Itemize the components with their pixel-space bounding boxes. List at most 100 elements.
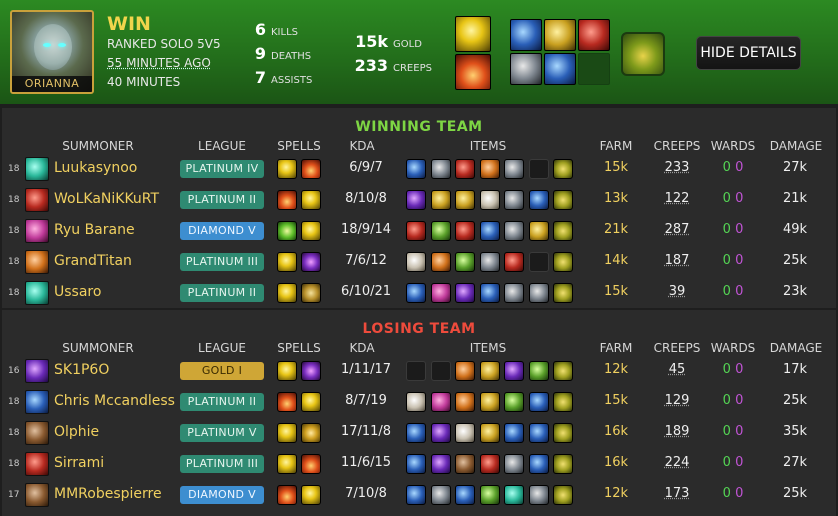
summoner-name[interactable]: Chris Mccandless xyxy=(54,393,175,409)
item-icon[interactable] xyxy=(479,485,500,505)
item-icon[interactable] xyxy=(455,423,475,443)
trinket-ward-icon[interactable] xyxy=(553,190,573,210)
item-icon[interactable] xyxy=(430,283,451,303)
item-icon[interactable] xyxy=(455,361,475,381)
item-icon[interactable] xyxy=(479,283,500,303)
champion-avatar-icon[interactable] xyxy=(25,219,49,243)
item-icon[interactable] xyxy=(479,392,500,412)
item-icon[interactable] xyxy=(430,454,451,474)
trinket-ward-icon[interactable] xyxy=(553,454,573,474)
teleport-spell-icon[interactable] xyxy=(301,361,321,381)
flash-spell-icon[interactable] xyxy=(277,252,297,272)
item-icon[interactable] xyxy=(430,190,451,210)
item-icon[interactable] xyxy=(510,19,542,51)
item-icon[interactable] xyxy=(406,221,426,241)
champion-avatar-icon[interactable] xyxy=(25,250,49,274)
item-icon[interactable] xyxy=(479,159,500,179)
trinket-ward-icon[interactable] xyxy=(553,361,573,381)
item-icon[interactable] xyxy=(479,252,500,272)
item-icon[interactable] xyxy=(528,361,549,381)
flash-spell-icon[interactable] xyxy=(301,485,321,505)
item-icon[interactable] xyxy=(455,283,475,303)
item-icon[interactable] xyxy=(528,190,549,210)
item-icon[interactable] xyxy=(544,53,576,85)
flash-spell-icon[interactable] xyxy=(301,392,321,412)
item-icon[interactable] xyxy=(455,392,475,412)
flash-spell-icon[interactable] xyxy=(277,423,297,443)
player-row[interactable]: 18 Luukasynoo PLATINUM IV 6/9/7 15k 233 0 0 27k xyxy=(2,154,836,185)
summoner-name[interactable]: MMRobespierre xyxy=(54,486,162,502)
flash-spell-icon[interactable] xyxy=(455,16,491,52)
champion-avatar-icon[interactable] xyxy=(25,157,49,181)
item-icon[interactable] xyxy=(406,392,426,412)
item-icon[interactable] xyxy=(504,252,524,272)
item-icon[interactable] xyxy=(528,454,549,474)
summoner-name[interactable]: Ryu Barane xyxy=(54,222,135,238)
champion-avatar-icon[interactable] xyxy=(25,483,49,507)
item-icon[interactable] xyxy=(504,221,524,241)
summoner-name[interactable]: Luukasynoo xyxy=(54,160,137,176)
player-row[interactable]: 18 Ussaro PLATINUM II 6/10/21 15k 39 0 0 23k xyxy=(2,278,836,309)
item-icon[interactable] xyxy=(504,454,524,474)
item-icon[interactable] xyxy=(455,485,475,505)
summoner-name[interactable]: Ussaro xyxy=(54,284,101,300)
item-icon[interactable] xyxy=(504,485,524,505)
item-icon[interactable] xyxy=(430,392,451,412)
flash-spell-icon[interactable] xyxy=(301,221,321,241)
item-icon[interactable] xyxy=(504,283,524,303)
summoner-name[interactable]: SK1P6O xyxy=(54,362,109,378)
trinket-ward-icon[interactable] xyxy=(553,392,573,412)
trinket-ward-icon[interactable] xyxy=(553,485,573,505)
flash-spell-icon[interactable] xyxy=(277,454,297,474)
item-icon[interactable] xyxy=(504,190,524,210)
summoner-name[interactable]: Sirrami xyxy=(54,455,104,471)
item-icon[interactable] xyxy=(406,423,426,443)
ignite-spell-icon[interactable] xyxy=(277,485,297,505)
trinket-ward-icon[interactable] xyxy=(553,221,573,241)
item-icon[interactable] xyxy=(504,423,524,443)
hide-details-button[interactable]: HIDE DETAILS xyxy=(696,36,801,70)
trinket-ward-icon[interactable] xyxy=(553,252,573,272)
flash-spell-icon[interactable] xyxy=(277,283,297,303)
item-icon[interactable] xyxy=(528,283,549,303)
trinket-ward-icon[interactable] xyxy=(621,32,665,76)
trinket-ward-icon[interactable] xyxy=(553,283,573,303)
item-icon[interactable] xyxy=(406,485,426,505)
item-icon[interactable] xyxy=(430,485,451,505)
flash-spell-icon[interactable] xyxy=(277,361,297,381)
player-row[interactable]: 18 Chris Mccandless PLATINUM II 8/7/19 15k 12… xyxy=(2,387,836,418)
item-icon[interactable] xyxy=(479,361,500,381)
barrier-spell-icon[interactable] xyxy=(301,423,321,443)
item-icon[interactable] xyxy=(406,283,426,303)
player-row[interactable]: 18 GrandTitan PLATINUM III 7/6/12 14k 187 0 0 2… xyxy=(2,247,836,278)
item-icon[interactable] xyxy=(578,19,610,51)
champion-avatar-icon[interactable] xyxy=(25,390,49,414)
flash-spell-icon[interactable] xyxy=(301,190,321,210)
item-icon[interactable] xyxy=(406,190,426,210)
ignite-spell-icon[interactable] xyxy=(277,392,297,412)
exhaust-spell-icon[interactable] xyxy=(301,283,321,303)
summoner-name[interactable]: Olphie xyxy=(54,424,99,440)
trinket-ward-icon[interactable] xyxy=(553,423,573,443)
ignite-spell-icon[interactable] xyxy=(277,190,297,210)
player-row[interactable]: 16 SK1P6O GOLD I 1/11/17 12k 45 0 0 17k xyxy=(2,356,836,387)
item-icon[interactable] xyxy=(406,159,426,179)
flash-spell-icon[interactable] xyxy=(277,159,297,179)
item-icon[interactable] xyxy=(455,221,475,241)
item-icon[interactable] xyxy=(504,392,524,412)
item-icon[interactable] xyxy=(544,19,576,51)
item-icon[interactable] xyxy=(479,221,500,241)
champion-avatar-icon[interactable] xyxy=(25,452,49,476)
heal-spell-icon[interactable] xyxy=(277,221,297,241)
player-row[interactable]: 18 Sirrami PLATINUM III 11/6/15 16k 224 0 0 27k xyxy=(2,449,836,480)
ignite-spell-icon[interactable] xyxy=(301,454,321,474)
ignite-spell-icon[interactable] xyxy=(455,54,491,90)
item-icon[interactable] xyxy=(528,423,549,443)
player-row[interactable]: 18 Ryu Barane DIAMOND V 18/9/14 21k 287 0 0 49k xyxy=(2,216,836,247)
item-icon[interactable] xyxy=(430,423,451,443)
item-icon[interactable] xyxy=(430,159,451,179)
champion-avatar-icon[interactable] xyxy=(25,421,49,445)
item-icon[interactable] xyxy=(528,221,549,241)
item-icon[interactable] xyxy=(455,252,475,272)
summoner-name[interactable]: GrandTitan xyxy=(54,253,132,269)
